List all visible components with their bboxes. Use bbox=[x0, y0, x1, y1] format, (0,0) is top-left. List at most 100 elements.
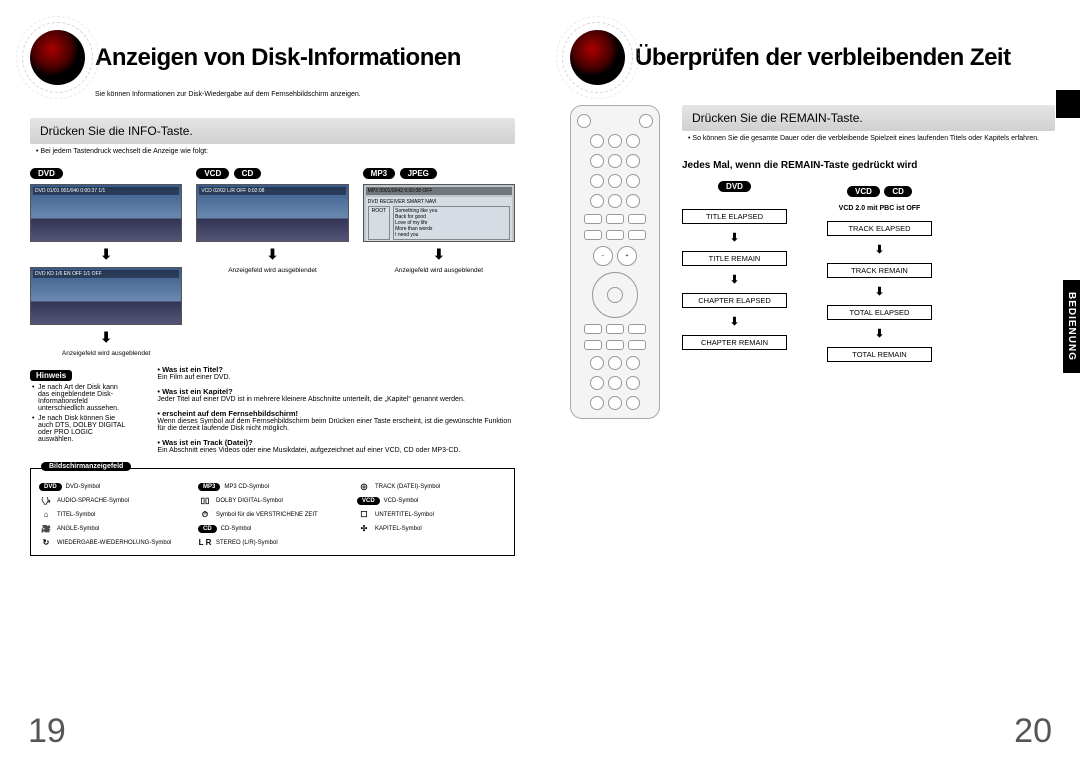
glossary-desc: Wenn dieses Symbol auf dem Fernsehbildsc… bbox=[157, 418, 515, 432]
remote-button[interactable] bbox=[608, 356, 622, 370]
legend-symbol: CD bbox=[198, 525, 217, 533]
section-tab: BEDIENUNG bbox=[1063, 280, 1080, 373]
remote-button[interactable] bbox=[590, 194, 604, 208]
remote-button[interactable] bbox=[608, 194, 622, 208]
legend-text: CD-Symbol bbox=[221, 526, 252, 532]
glossary-term: Was ist ein Track (Datei)? bbox=[157, 438, 515, 447]
badge-cd: CD bbox=[884, 186, 912, 197]
mp3-list: Something like you Back for good Love of… bbox=[395, 208, 508, 238]
instruction-bar: Drücken Sie die INFO-Taste. bbox=[30, 118, 515, 144]
state-title-remain: TITLE REMAIN bbox=[682, 251, 787, 266]
remote-button[interactable] bbox=[628, 324, 646, 334]
remote-button[interactable] bbox=[584, 324, 602, 334]
remote-button[interactable] bbox=[626, 154, 640, 168]
mp3-title: DVD RECEIVER SMART NAVI bbox=[368, 199, 510, 205]
remote-button[interactable] bbox=[628, 340, 646, 350]
speaker-icon bbox=[30, 30, 85, 85]
legend-item: ◎TRACK (DATEI)-Symbol bbox=[357, 483, 506, 491]
legend-symbol: ✣ bbox=[357, 525, 371, 533]
legend-text: AUDIO-SPRACHE-Symbol bbox=[57, 498, 129, 504]
down-arrow-icon: ⬇ bbox=[875, 243, 884, 256]
page-title: Überprüfen der verbleibenden Zeit bbox=[635, 44, 1011, 72]
state-track-elapsed: TRACK ELAPSED bbox=[827, 221, 932, 236]
mp3-root: ROOT bbox=[368, 206, 390, 240]
legend-item: 🗣 AUDIO-SPRACHE-Symbol bbox=[39, 497, 188, 505]
remote-minus[interactable]: − bbox=[593, 246, 613, 266]
legend-text: DOLBY DIGITAL-Symbol bbox=[216, 498, 283, 504]
legend-item: ☐UNTERTITEL-Symbol bbox=[357, 511, 506, 519]
legend-symbol: ⏱ bbox=[198, 511, 212, 519]
remote-button[interactable] bbox=[628, 214, 646, 224]
badge-cd: CD bbox=[234, 168, 262, 179]
subtitle: Sie können Informationen zur Disk-Wieder… bbox=[95, 91, 515, 98]
glossary-term: Was ist ein Titel? bbox=[157, 365, 515, 374]
remote-button[interactable] bbox=[606, 230, 624, 240]
dvd-osd-1: DVD 01/01 001/040 0:00:37 1/1 bbox=[30, 184, 182, 242]
legend-item: ⏱Symbol für die VERSTRICHENE ZEIT bbox=[198, 511, 347, 519]
legend-item: MP3MP3 CD-Symbol bbox=[198, 483, 347, 491]
remote-button[interactable] bbox=[626, 376, 640, 390]
page-19: Anzeigen von Disk-Informationen Sie könn… bbox=[0, 0, 540, 763]
legend-text: MP3 CD-Symbol bbox=[224, 484, 269, 490]
legend-item: 🎥 ANGLE-Symbol bbox=[39, 525, 188, 533]
legend-text: TITEL-Symbol bbox=[57, 512, 95, 518]
legend-symbol: 🎥 bbox=[39, 525, 53, 533]
badge-dvd: DVD bbox=[30, 168, 63, 179]
remote-button[interactable] bbox=[608, 174, 622, 188]
remote-plus[interactable]: + bbox=[617, 246, 637, 266]
down-arrow-icon: ⬇ bbox=[363, 246, 515, 263]
state-total-elapsed: TOTAL ELAPSED bbox=[827, 305, 932, 320]
dvd-osd-1-band: DVD 01/01 001/040 0:00:37 1/1 bbox=[33, 187, 179, 195]
remote-button[interactable] bbox=[584, 214, 602, 224]
remote-button[interactable] bbox=[608, 134, 622, 148]
remote-button[interactable] bbox=[608, 396, 622, 410]
remote-button[interactable] bbox=[626, 396, 640, 410]
state-title-elapsed: TITLE ELAPSED bbox=[682, 209, 787, 224]
down-arrow-icon: ⬇ bbox=[875, 327, 884, 340]
legend-item: CD CD-Symbol bbox=[198, 525, 347, 533]
legend-symbol: ⌂ bbox=[39, 511, 53, 519]
badge-dvd: DVD bbox=[718, 181, 751, 192]
legend-label: Bildschirmanzeigefeld bbox=[41, 462, 131, 471]
vcd-osd-band: VCD 02/02 L/R OFF 0:02:08 bbox=[199, 187, 345, 195]
remote-button[interactable] bbox=[606, 214, 624, 224]
list-item: I need you bbox=[395, 232, 508, 238]
list-item: Je nach Art der Disk kann das eingeblend… bbox=[32, 384, 125, 412]
remote-button[interactable] bbox=[628, 230, 646, 240]
remote-dpad[interactable] bbox=[592, 272, 638, 318]
remote-button[interactable] bbox=[577, 114, 591, 128]
state-track-remain: TRACK REMAIN bbox=[827, 263, 932, 278]
page-number: 19 bbox=[28, 712, 66, 751]
remote-button[interactable] bbox=[590, 356, 604, 370]
list-item: Was ist ein Titel?Ein Film auf einer DVD… bbox=[157, 365, 515, 381]
glossary-desc: Ein Abschnitt eines Videos oder eine Mus… bbox=[157, 447, 515, 454]
remote-button[interactable] bbox=[626, 174, 640, 188]
legend-item: ✣KAPITEL-Symbol bbox=[357, 525, 506, 533]
remote-button[interactable] bbox=[606, 324, 624, 334]
remote-button[interactable] bbox=[590, 154, 604, 168]
speaker-icon bbox=[570, 30, 625, 85]
badge-vcd: VCD bbox=[196, 168, 229, 179]
legend-text: UNTERTITEL-Symbol bbox=[375, 512, 434, 518]
caption-hidden-2: Anzeigefeld wird ausgeblendet bbox=[196, 267, 348, 274]
page-20: Überprüfen der verbleibenden Zeit −+ bbox=[540, 0, 1080, 763]
remote-button[interactable] bbox=[626, 356, 640, 370]
legend-symbol: VCD bbox=[357, 497, 380, 505]
legend-symbol: 🗣 bbox=[39, 497, 53, 505]
remote-button[interactable] bbox=[590, 174, 604, 188]
remote-button[interactable] bbox=[590, 134, 604, 148]
margin-marker bbox=[1056, 90, 1080, 118]
remote-button[interactable] bbox=[626, 194, 640, 208]
down-arrow-icon: ⬇ bbox=[730, 231, 739, 244]
remote-button[interactable] bbox=[584, 230, 602, 240]
remote-button[interactable] bbox=[608, 376, 622, 390]
remote-button[interactable] bbox=[584, 340, 602, 350]
remote-button[interactable] bbox=[590, 396, 604, 410]
remote-button[interactable] bbox=[590, 376, 604, 390]
remote-button[interactable] bbox=[606, 340, 624, 350]
remote-button[interactable] bbox=[608, 154, 622, 168]
remote-button[interactable] bbox=[626, 134, 640, 148]
legend-text: ANGLE-Symbol bbox=[57, 526, 99, 532]
remote-button[interactable] bbox=[639, 114, 653, 128]
badge-vcd: VCD bbox=[847, 186, 880, 197]
